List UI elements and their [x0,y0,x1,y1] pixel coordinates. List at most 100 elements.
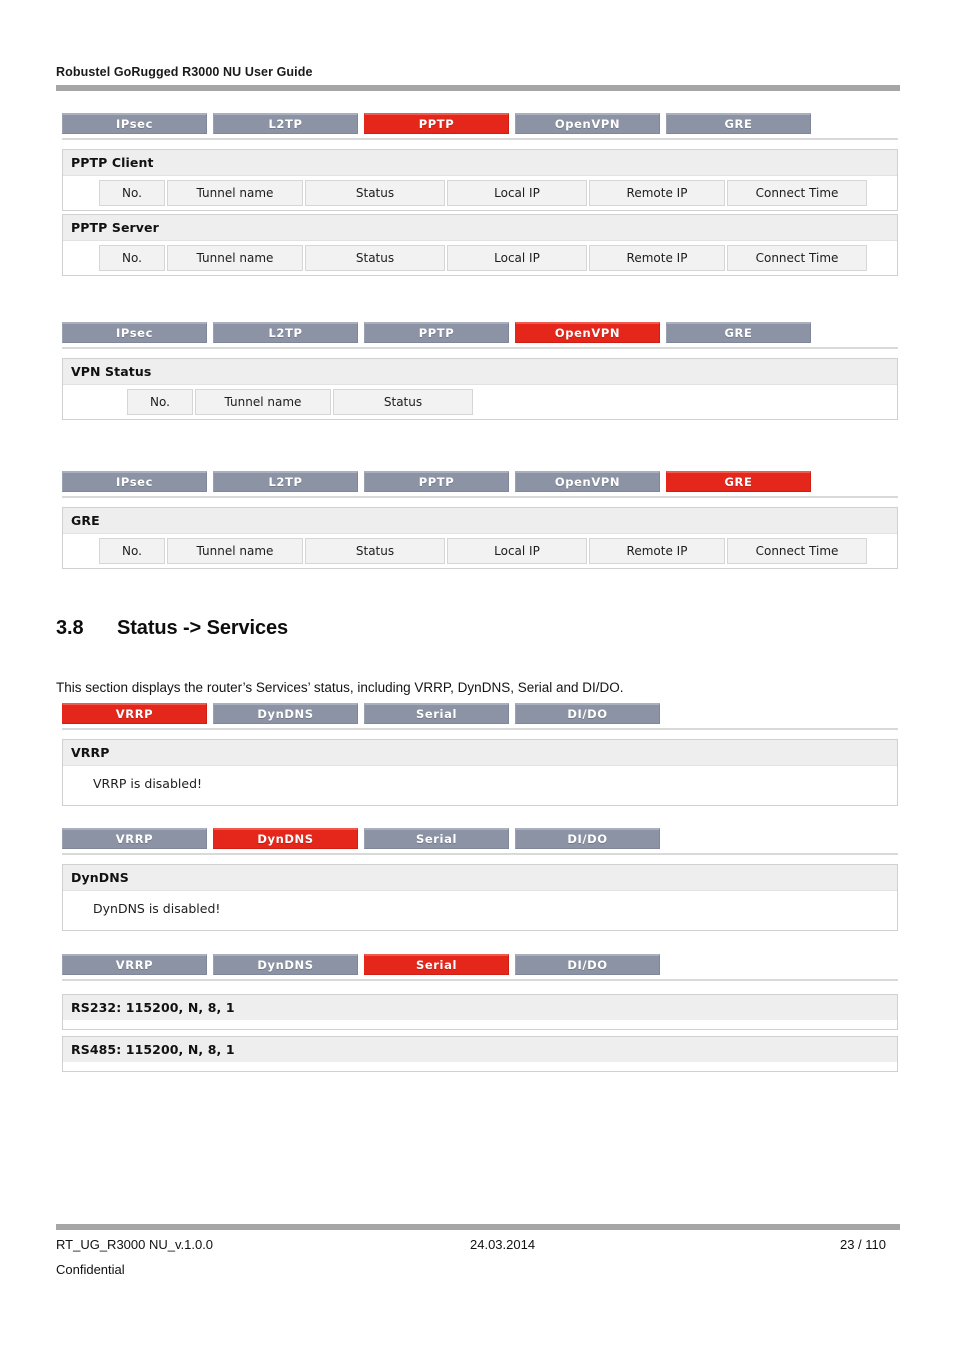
col-status: Status [305,180,445,206]
col-connect-time: Connect Time [727,245,867,271]
panel-body: DynDNS is disabled! [63,891,897,930]
section-intro-text: This section displays the router’s Servi… [56,680,624,695]
panel-body: No. Tunnel name Status Local IP Remote I… [63,241,897,275]
col-status: Status [305,245,445,271]
vpn-tabbar-openvpn: IPsec L2TP PPTP OpenVPN GRE [62,322,898,349]
col-status: Status [333,389,473,415]
col-tunnel: Tunnel name [167,245,303,271]
col-connect-time: Connect Time [727,180,867,206]
footer-row: RT_UG_R3000 NU_v.1.0.0 24.03.2014 23 / 1… [56,1237,900,1277]
col-tunnel: Tunnel name [167,180,303,206]
panel-dyndns: DynDNS DynDNS is disabled! [62,864,898,931]
tab-openvpn[interactable]: OpenVPN [515,471,660,492]
panel-pptp-server: PPTP Server No. Tunnel name Status Local… [62,214,898,276]
tab-gre[interactable]: GRE [666,471,811,492]
section-title: Status -> Services [117,617,289,639]
dyndns-status-message: DynDNS is disabled! [93,901,221,916]
tab-dyndns[interactable]: DynDNS [213,703,358,724]
col-no: No. [99,538,165,564]
panel-body: VRRP is disabled! [63,766,897,805]
tab-gre[interactable]: GRE [666,322,811,343]
tab-l2tp[interactable]: L2TP [213,322,358,343]
footer-page-number: 23 / 110 [839,1237,886,1252]
tab-serial[interactable]: Serial [364,954,509,975]
vrrp-status-message: VRRP is disabled! [93,776,203,791]
col-local-ip: Local IP [447,538,587,564]
tab-openvpn[interactable]: OpenVPN [515,113,660,134]
panel-body: No. Tunnel name Status [63,385,897,419]
tab-vrrp[interactable]: VRRP [62,703,207,724]
panel-body [63,1062,897,1071]
panel-body: No. Tunnel name Status Local IP Remote I… [63,176,897,210]
tab-ipsec[interactable]: IPsec [62,471,207,492]
service-tabbar-serial: VRRP DynDNS Serial DI/DO [62,954,898,981]
tab-pptp[interactable]: PPTP [364,113,509,134]
tab-ipsec[interactable]: IPsec [62,322,207,343]
screenshot-openvpn: IPsec L2TP PPTP OpenVPN GRE VPN Status N… [62,322,898,420]
tab-di-do[interactable]: DI/DO [515,703,660,724]
col-tunnel: Tunnel name [167,538,303,564]
panel-pptp-client: PPTP Client No. Tunnel name Status Local… [62,149,898,211]
tab-serial[interactable]: Serial [364,703,509,724]
panel-title: PPTP Server [63,215,897,241]
panel-body [63,1020,897,1029]
page-title: 3.8 Status -> Services [56,617,288,640]
panel-rs485: RS485: 115200, N, 8, 1 [62,1036,898,1072]
col-local-ip: Local IP [447,180,587,206]
col-remote-ip: Remote IP [589,538,725,564]
vpn-tabbar-pptp: IPsec L2TP PPTP OpenVPN GRE [62,113,898,140]
running-header-title: Robustel GoRugged R3000 NU User Guide [56,65,313,79]
running-header: Robustel GoRugged R3000 NU User Guide [56,64,900,91]
col-connect-time: Connect Time [727,538,867,564]
screenshot-gre: IPsec L2TP PPTP OpenVPN GRE GRE No. Tunn… [62,471,898,569]
tab-pptp[interactable]: PPTP [364,322,509,343]
screenshot-vrrp: VRRP DynDNS Serial DI/DO VRRP VRRP is di… [62,703,898,806]
table-header-row: No. Tunnel name Status Local IP Remote I… [99,245,867,271]
tab-l2tp[interactable]: L2TP [213,471,358,492]
rs485-settings: RS485: 115200, N, 8, 1 [63,1037,897,1062]
col-remote-ip: Remote IP [589,245,725,271]
table-header-row: No. Tunnel name Status Local IP Remote I… [99,180,867,206]
tab-l2tp[interactable]: L2TP [213,113,358,134]
panel-title: GRE [63,508,897,534]
section-number: 3.8 [56,617,84,639]
vpn-status-table: No. Tunnel name Status [125,389,475,415]
footer-rule [56,1224,900,1230]
panel-title: PPTP Client [63,150,897,176]
tab-vrrp[interactable]: VRRP [62,828,207,849]
col-remote-ip: Remote IP [589,180,725,206]
tab-ipsec[interactable]: IPsec [62,113,207,134]
col-no: No. [127,389,193,415]
screenshot-serial: VRRP DynDNS Serial DI/DO RS232: 115200, … [62,954,898,1072]
tab-di-do[interactable]: DI/DO [515,954,660,975]
col-status: Status [305,538,445,564]
col-local-ip: Local IP [447,245,587,271]
panel-vpn-status: VPN Status No. Tunnel name Status [62,358,898,420]
tab-dyndns[interactable]: DynDNS [213,954,358,975]
col-no: No. [99,180,165,206]
col-tunnel: Tunnel name [195,389,331,415]
screenshot-dyndns: VRRP DynDNS Serial DI/DO DynDNS DynDNS i… [62,828,898,931]
tab-pptp[interactable]: PPTP [364,471,509,492]
panel-title: VRRP [63,740,897,766]
pptp-server-table: No. Tunnel name Status Local IP Remote I… [97,245,869,271]
tab-gre[interactable]: GRE [666,113,811,134]
panel-gre: GRE No. Tunnel name Status Local IP Remo… [62,507,898,569]
document-page: Robustel GoRugged R3000 NU User Guide IP… [0,0,954,1350]
service-tabbar-vrrp: VRRP DynDNS Serial DI/DO [62,703,898,730]
page-footer: RT_UG_R3000 NU_v.1.0.0 24.03.2014 23 / 1… [56,1224,900,1277]
tab-openvpn[interactable]: OpenVPN [515,322,660,343]
panel-title: DynDNS [63,865,897,891]
table-header-row: No. Tunnel name Status Local IP Remote I… [99,538,867,564]
screenshot-pptp: IPsec L2TP PPTP OpenVPN GRE PPTP Client … [62,113,898,276]
panel-vrrp: VRRP VRRP is disabled! [62,739,898,806]
panel-rs232: RS232: 115200, N, 8, 1 [62,994,898,1030]
tab-dyndns[interactable]: DynDNS [213,828,358,849]
footer-date: 24.03.2014 [470,1237,536,1252]
footer-doc-id: RT_UG_R3000 NU_v.1.0.0 [56,1237,214,1252]
rs232-settings: RS232: 115200, N, 8, 1 [63,995,897,1020]
tab-vrrp[interactable]: VRRP [62,954,207,975]
tab-di-do[interactable]: DI/DO [515,828,660,849]
gre-table: No. Tunnel name Status Local IP Remote I… [97,538,869,564]
tab-serial[interactable]: Serial [364,828,509,849]
